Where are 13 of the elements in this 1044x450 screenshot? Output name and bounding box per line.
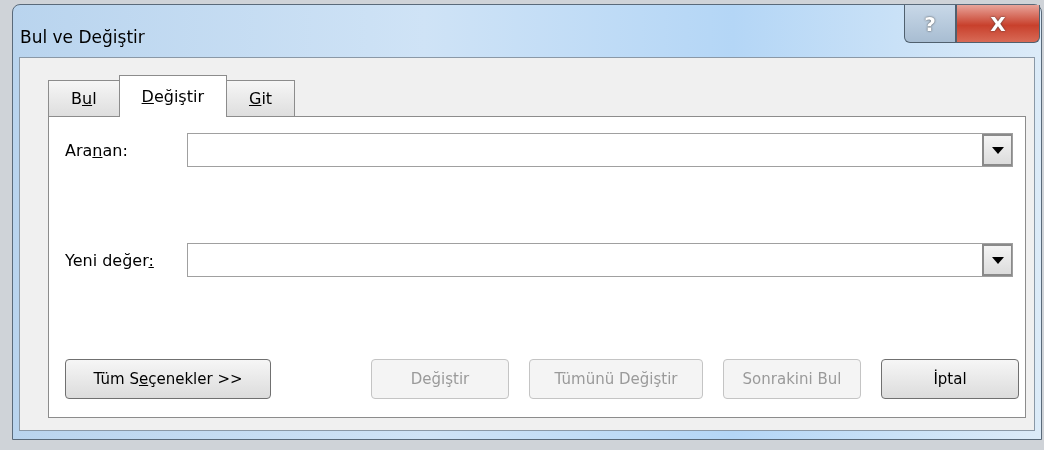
dropdown-button[interactable] bbox=[982, 134, 1012, 166]
window-title: Bul ve Değiştir bbox=[20, 27, 145, 47]
dropdown-button[interactable] bbox=[982, 244, 1012, 276]
tab[interactable]: Değiştir bbox=[118, 75, 227, 117]
close-button[interactable]: X bbox=[956, 5, 1040, 43]
tab[interactable]: Bul bbox=[48, 80, 120, 116]
dialog-button[interactable]: Tüm Seçenekler >> bbox=[65, 359, 271, 399]
caret-icon bbox=[991, 256, 1004, 264]
field-label: Aranan: bbox=[65, 140, 129, 160]
caret-icon bbox=[991, 146, 1004, 154]
dialog-button[interactable]: İptal bbox=[881, 359, 1019, 399]
tab[interactable]: Git bbox=[226, 80, 296, 116]
field-label: Yeni değer: bbox=[65, 250, 155, 270]
